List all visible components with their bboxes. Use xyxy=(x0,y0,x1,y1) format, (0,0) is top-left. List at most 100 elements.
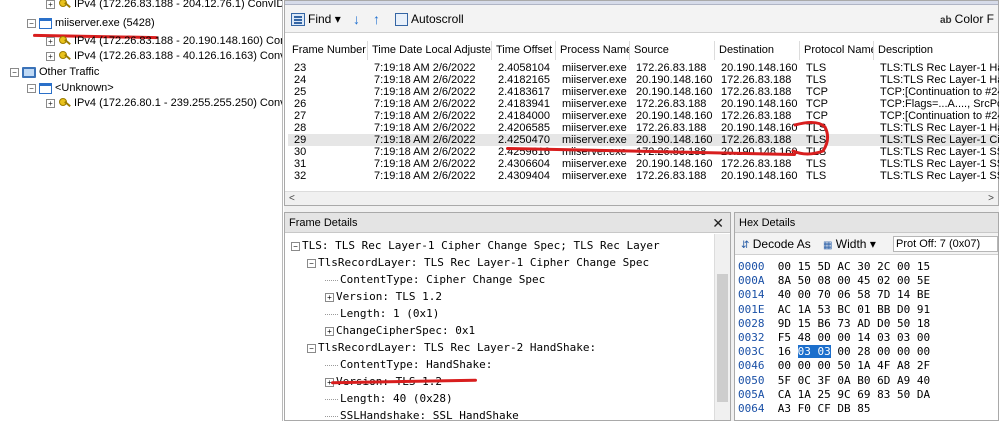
column-header[interactable]: Protocol Name xyxy=(800,41,874,60)
table-row[interactable]: 23 7:19:18 AM 2/6/2022 2.4058104 miiserver.… xyxy=(288,62,999,74)
table-cell: 7:19:18 AM 2/6/2022 xyxy=(374,170,476,182)
detail-tree-label: Length: 40 (0x28) xyxy=(340,392,453,405)
color-rules-button[interactable]: ab Color F xyxy=(940,11,994,27)
scroll-thumb[interactable] xyxy=(717,274,728,402)
hex-details-titlebar: Hex Details xyxy=(735,213,998,233)
frame-grid[interactable]: Frame Number Time Date Local Adjusted Time… xyxy=(288,41,999,191)
detail-tree-node[interactable]: + ChangeCipherSpec: 0x1 xyxy=(325,322,475,339)
tree-node-conv-204[interactable]: + IPv4 (172.26.83.188 - 204.12.76.1) Conv… xyxy=(46,0,282,12)
width-dropdown[interactable]: ▦ Width ▾ xyxy=(823,233,876,257)
hex-details-pane: Hex Details ⇵ Decode As ▦ Width ▾ Prot O… xyxy=(734,212,999,421)
table-cell: 7:19:18 AM 2/6/2022 xyxy=(374,122,476,134)
tree-node-label: miiserver.exe (5428) xyxy=(55,17,155,29)
detail-tree-node[interactable]: ContentType: HandShake: xyxy=(325,356,492,373)
detail-tree-node[interactable]: − TlsRecordLayer: TLS Rec Layer-2 HandSha… xyxy=(307,339,596,356)
collapse-icon[interactable]: − xyxy=(307,343,316,353)
table-cell: 2.4250470 xyxy=(498,134,550,146)
vertical-scrollbar[interactable] xyxy=(714,234,730,420)
expand-icon[interactable]: + xyxy=(46,98,55,108)
collapse-icon[interactable]: − xyxy=(307,258,316,268)
find-previous-up-icon[interactable]: ↑ xyxy=(373,11,380,27)
hex-row[interactable]: 003C 16 03 03 00 28 00 00 00 xyxy=(738,345,930,359)
find-button[interactable]: Find ▾ xyxy=(291,11,341,27)
table-cell: 27 xyxy=(294,110,307,122)
expand-icon[interactable]: + xyxy=(46,51,55,61)
column-header[interactable]: Source xyxy=(630,41,715,60)
window-icon xyxy=(39,82,52,94)
collapse-icon[interactable]: − xyxy=(291,241,300,251)
table-row[interactable]: 26 7:19:18 AM 2/6/2022 2.4183941 miiserver.… xyxy=(288,98,999,110)
find-icon xyxy=(291,13,305,27)
detail-tree-node[interactable]: Length: 40 (0x28) xyxy=(325,390,453,407)
column-header[interactable]: Process Name xyxy=(556,41,630,60)
tree-node-other-traffic[interactable]: − Other Traffic xyxy=(10,64,99,80)
table-row[interactable]: 24 7:19:18 AM 2/6/2022 2.4182165 miiserver.… xyxy=(288,74,999,86)
table-cell: TCP:[Continuation to #24] xyxy=(880,86,999,98)
table-cell: TCP:[Continuation to #24] xyxy=(880,110,999,122)
detail-tree-node[interactable]: SSLHandshake: SSL HandShake xyxy=(325,407,519,420)
table-cell: 172.26.83.188 xyxy=(636,98,707,110)
expand-icon[interactable]: + xyxy=(325,326,334,336)
decode-as-button[interactable]: ⇵ Decode As xyxy=(741,233,811,257)
collapse-icon[interactable]: − xyxy=(27,83,36,93)
hex-row[interactable]: 001E AC 1A 53 BC 01 BB D0 91 xyxy=(738,303,930,317)
expand-icon[interactable]: + xyxy=(325,292,334,302)
tree-node-conv-239[interactable]: + IPv4 (172.26.80.1 - 239.255.255.250) Co… xyxy=(46,95,282,111)
table-row[interactable]: 29 7:19:18 AM 2/6/2022 2.4250470 miiserver.… xyxy=(288,134,999,146)
table-row[interactable]: 25 7:19:18 AM 2/6/2022 2.4183617 miiserver.… xyxy=(288,86,999,98)
autoscroll-button[interactable]: Autoscroll xyxy=(395,11,464,27)
detail-tree-label: ContentType: HandShake: xyxy=(340,358,493,371)
table-cell: TLS:TLS Rec Layer-1 Hand xyxy=(880,74,999,86)
tree-node-unknown[interactable]: − <Unknown> xyxy=(27,80,114,96)
collapse-icon[interactable]: − xyxy=(10,67,19,77)
hex-row[interactable]: 000A 8A 50 08 00 45 02 00 5E xyxy=(738,274,930,288)
expand-icon[interactable]: + xyxy=(46,0,55,9)
table-row[interactable]: 31 7:19:18 AM 2/6/2022 2.4306604 miiserver.… xyxy=(288,158,999,170)
hex-row[interactable]: 0032 F5 48 00 00 14 03 03 00 xyxy=(738,331,930,345)
hex-row[interactable]: 005A CA 1A 25 9C 69 83 50 DA xyxy=(738,388,930,402)
scroll-right-icon[interactable]: > xyxy=(988,192,994,206)
hex-row[interactable]: 0028 9D 15 B6 73 AD D0 50 18 xyxy=(738,317,930,331)
close-icon[interactable]: ✕ xyxy=(712,213,724,233)
hex-row[interactable]: 0000 00 15 5D AC 30 2C 00 15 xyxy=(738,260,930,274)
table-cell: 24 xyxy=(294,74,307,86)
tree-node-miiserver[interactable]: − miiserver.exe (5428) xyxy=(27,15,155,31)
column-header[interactable]: Time Date Local Adjusted xyxy=(368,41,492,60)
expand-icon[interactable]: + xyxy=(46,36,55,46)
table-row[interactable]: 27 7:19:18 AM 2/6/2022 2.4184000 miiserver.… xyxy=(288,110,999,122)
table-cell: 20.190.148.160 xyxy=(636,134,713,146)
tree-node-conv-40126[interactable]: + IPv4 (172.26.83.188 - 40.126.16.163) Co… xyxy=(46,48,282,64)
hex-row[interactable]: 0050 5F 0C 3F 0A B0 6D A9 40 xyxy=(738,374,930,388)
table-cell: 25 xyxy=(294,86,307,98)
table-row[interactable]: 32 7:19:18 AM 2/6/2022 2.4309404 miiserver.… xyxy=(288,170,999,182)
protocol-offset-field[interactable]: Prot Off: 7 (0x07) xyxy=(893,236,998,252)
table-cell: miiserver.exe xyxy=(562,110,627,122)
conversation-tree[interactable]: + IPv4 (172.26.83.188 - 204.12.76.1) Conv… xyxy=(0,0,283,421)
monitor-icon xyxy=(22,66,36,78)
scroll-left-icon[interactable]: < xyxy=(289,192,295,206)
hex-row[interactable]: 0046 00 00 00 50 1A 4F A8 2F xyxy=(738,359,930,373)
detail-tree-node[interactable]: Length: 1 (0x1) xyxy=(325,305,439,322)
table-cell: 2.4182165 xyxy=(498,74,550,86)
detail-tree-node[interactable]: − TLS: TLS Rec Layer-1 Cipher Change Spec… xyxy=(291,237,660,254)
collapse-icon[interactable]: − xyxy=(27,18,36,28)
column-header[interactable]: Time Offset xyxy=(492,41,556,60)
horizontal-scrollbar[interactable]: < > xyxy=(285,191,998,205)
detail-tree-node[interactable]: ContentType: Cipher Change Spec xyxy=(325,271,545,288)
tree-connector xyxy=(325,279,338,281)
table-row[interactable]: 28 7:19:18 AM 2/6/2022 2.4206585 miiserver.… xyxy=(288,122,999,134)
tree-node-conv-20190[interactable]: + IPv4 (172.26.83.188 - 20.190.148.160) C… xyxy=(46,33,282,49)
detail-tree-node[interactable]: − TlsRecordLayer: TLS Rec Layer-1 Cipher … xyxy=(307,254,649,271)
table-cell: 172.26.83.188 xyxy=(636,170,707,182)
key-icon xyxy=(58,97,71,109)
hex-row[interactable]: 0014 40 00 70 06 58 7D 14 BE xyxy=(738,288,930,302)
find-next-down-icon[interactable]: ↓ xyxy=(353,11,360,27)
table-cell: 172.26.83.188 xyxy=(721,74,792,86)
hex-bytes: 16 xyxy=(777,345,798,359)
column-header[interactable]: Description xyxy=(874,41,999,60)
detail-tree-node[interactable]: +Version: TLS 1.2 xyxy=(325,288,442,305)
column-header[interactable]: Destination xyxy=(715,41,800,60)
column-header[interactable]: Frame Number xyxy=(288,41,368,60)
hex-row[interactable]: 0064 A3 F0 CF DB 85 xyxy=(738,402,870,416)
table-cell: 172.26.83.188 xyxy=(636,122,707,134)
